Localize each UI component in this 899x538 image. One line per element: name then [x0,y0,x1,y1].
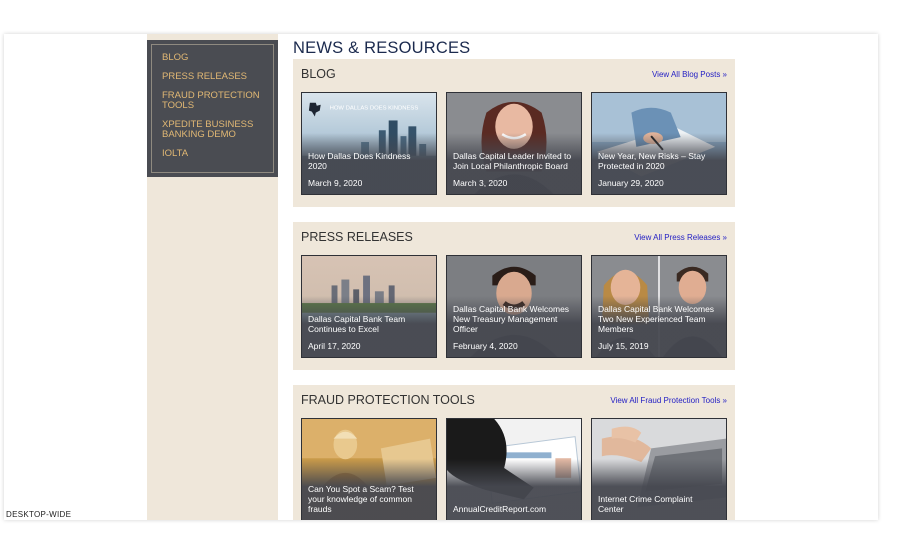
press-card-treasury-officer[interactable]: Dallas Capital Bank Welcomes New Treasur… [446,255,582,358]
card-date: March 3, 2020 [453,178,508,188]
blog-section: BLOG View All Blog Posts » HOW DALLAS DO… [293,59,735,207]
view-all-fraud-tools-link[interactable]: View All Fraud Protection Tools » [610,396,727,405]
blog-card-new-year-risks[interactable]: New Year, New Risks – Stay Protected in … [591,92,727,195]
card-title: Internet Crime Complaint Center [598,494,693,514]
card-date: February 4, 2020 [453,341,518,351]
sidebar-item-iolta[interactable]: IOLTA [162,149,263,159]
sidebar-item-blog[interactable]: BLOG [162,53,263,63]
sidebar-nav: BLOG PRESS RELEASES FRAUD PROTECTION TOO… [147,40,278,177]
press-releases-section: PRESS RELEASES View All Press Releases » [293,222,735,370]
fraud-card-internet-crime[interactable]: Internet Crime Complaint Center [591,418,727,520]
blog-card-kindness[interactable]: HOW DALLAS DOES KINDNESS How Dallas Does… [301,92,437,195]
card-title: New Year, New Risks – Stay Protected in … [598,151,706,171]
fraud-tools-heading: FRAUD PROTECTION TOOLS [301,393,475,407]
sidebar-item-fraud-protection-tools[interactable]: FRAUD PROTECTION TOOLS [162,91,263,111]
card-title: Dallas Capital Bank Welcomes Two New Exp… [598,304,715,334]
svg-text:HOW DALLAS DOES KINDNESS: HOW DALLAS DOES KINDNESS [330,106,419,112]
card-title: Can You Spot a Scam? Test your knowledge… [308,484,414,514]
sidebar-item-xpedite-demo[interactable]: XPEDITE BUSINESS BANKING DEMO [162,120,263,140]
viewport-label: DESKTOP-WIDE [6,510,72,519]
page-title: NEWS & RESOURCES [293,39,471,57]
view-all-press-releases-link[interactable]: View All Press Releases » [634,233,727,242]
card-title: Dallas Capital Leader Invited to Join Lo… [453,151,572,171]
blog-heading: BLOG [301,67,336,81]
sidebar-item-press-releases[interactable]: PRESS RELEASES [162,72,263,82]
press-card-team-excel[interactable]: Dallas Capital Bank Team Continues to Ex… [301,255,437,358]
page-frame: BLOG PRESS RELEASES FRAUD PROTECTION TOO… [4,34,878,520]
card-date: April 17, 2020 [308,341,361,351]
card-date: July 15, 2019 [598,341,649,351]
blog-card-philanthropic-board[interactable]: Dallas Capital Leader Invited to Join Lo… [446,92,582,195]
sidebar-nav-box: BLOG PRESS RELEASES FRAUD PROTECTION TOO… [151,44,274,173]
card-title: Dallas Capital Bank Team Continues to Ex… [308,314,406,334]
card-date: March 9, 2020 [308,178,363,188]
card-title: AnnualCreditReport.com [453,504,547,514]
fraud-tools-section: FRAUD PROTECTION TOOLS View All Fraud Pr… [293,385,735,520]
card-title: Dallas Capital Bank Welcomes New Treasur… [453,304,570,334]
view-all-blog-link[interactable]: View All Blog Posts » [652,70,727,79]
press-card-two-team-members[interactable]: Dallas Capital Bank Welcomes Two New Exp… [591,255,727,358]
card-title: How Dallas Does Kindness 2020 [308,151,411,171]
press-releases-heading: PRESS RELEASES [301,230,413,244]
card-date: January 29, 2020 [598,178,664,188]
fraud-card-spot-scam[interactable]: Can You Spot a Scam? Test your knowledge… [301,418,437,520]
fraud-card-annual-credit-report[interactable]: AnnualCreditReport.com [446,418,582,520]
